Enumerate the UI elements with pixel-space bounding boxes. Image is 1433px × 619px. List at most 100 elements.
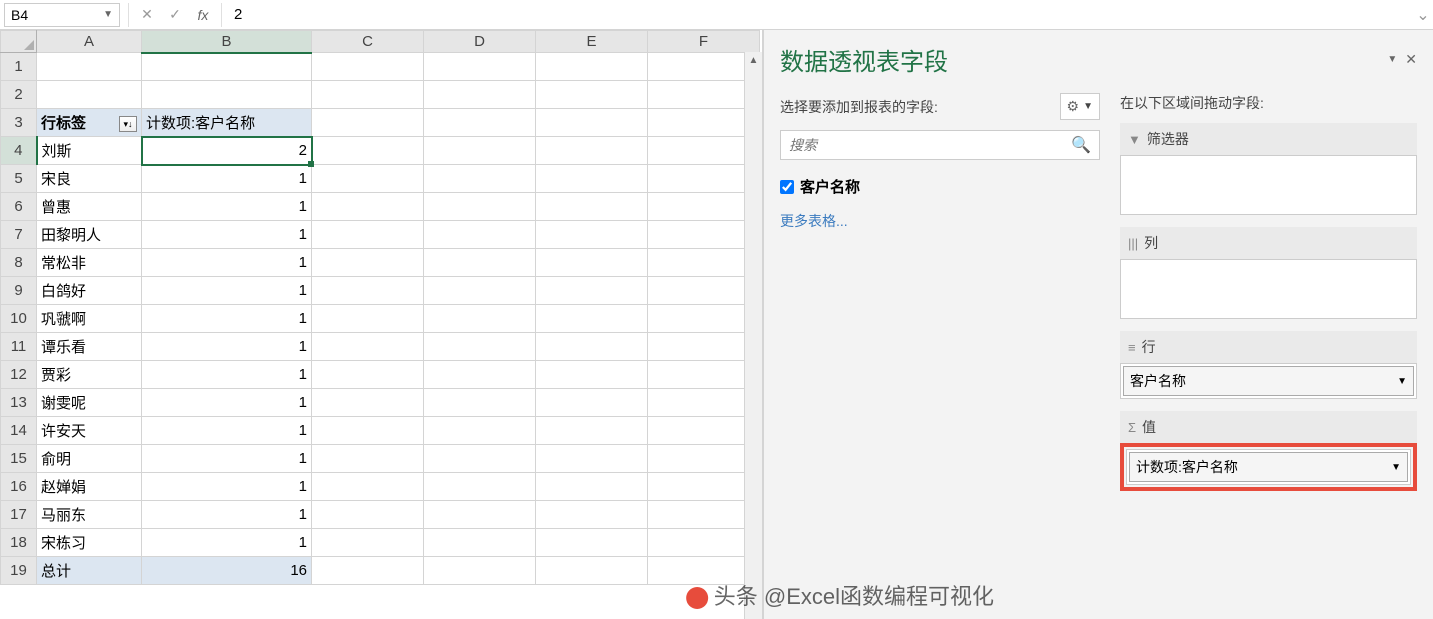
row-header[interactable]: 2 bbox=[1, 81, 37, 109]
vertical-scrollbar[interactable]: ▲ bbox=[744, 52, 762, 619]
column-header[interactable]: D bbox=[424, 31, 536, 53]
name-box[interactable]: B4 ▼ bbox=[4, 3, 120, 27]
cell[interactable]: 谢雯呢 bbox=[37, 389, 142, 417]
row-header[interactable]: 17 bbox=[1, 501, 37, 529]
cell[interactable] bbox=[648, 361, 760, 389]
cell[interactable] bbox=[312, 389, 424, 417]
cell[interactable] bbox=[424, 501, 536, 529]
cell[interactable] bbox=[648, 109, 760, 137]
chevron-down-icon[interactable]: ▼ bbox=[1397, 376, 1407, 387]
row-header[interactable]: 14 bbox=[1, 417, 37, 445]
row-header[interactable]: 16 bbox=[1, 473, 37, 501]
column-header[interactable]: A bbox=[37, 31, 142, 53]
cell[interactable] bbox=[648, 529, 760, 557]
cell[interactable]: 1 bbox=[142, 529, 312, 557]
cell[interactable]: 巩虢啊 bbox=[37, 305, 142, 333]
cell[interactable]: 1 bbox=[142, 165, 312, 193]
cell[interactable] bbox=[424, 557, 536, 585]
insert-function-button[interactable]: fx bbox=[189, 3, 217, 27]
row-header[interactable]: 13 bbox=[1, 389, 37, 417]
cell[interactable] bbox=[648, 53, 760, 81]
cell[interactable] bbox=[424, 305, 536, 333]
cell[interactable]: 1 bbox=[142, 445, 312, 473]
cell[interactable] bbox=[37, 53, 142, 81]
cell[interactable]: 总计 bbox=[37, 557, 142, 585]
cancel-button[interactable]: ✕ bbox=[133, 3, 161, 27]
cell[interactable]: 1 bbox=[142, 277, 312, 305]
row-header[interactable]: 8 bbox=[1, 249, 37, 277]
cell[interactable] bbox=[536, 333, 648, 361]
cell[interactable] bbox=[424, 81, 536, 109]
cell[interactable] bbox=[536, 417, 648, 445]
cell[interactable] bbox=[312, 501, 424, 529]
row-header[interactable]: 3 bbox=[1, 109, 37, 137]
cell[interactable]: 1 bbox=[142, 361, 312, 389]
cell[interactable] bbox=[648, 389, 760, 417]
formula-input[interactable] bbox=[226, 3, 1413, 27]
cell[interactable] bbox=[648, 417, 760, 445]
columns-drop-area[interactable] bbox=[1120, 259, 1417, 319]
cell[interactable] bbox=[536, 193, 648, 221]
cell[interactable] bbox=[424, 417, 536, 445]
chevron-down-icon[interactable]: ▼ bbox=[1391, 462, 1401, 473]
row-header[interactable]: 6 bbox=[1, 193, 37, 221]
cell[interactable]: 1 bbox=[142, 193, 312, 221]
cell[interactable]: 1 bbox=[142, 389, 312, 417]
cell[interactable]: 田黎明人 bbox=[37, 221, 142, 249]
enter-button[interactable]: ✓ bbox=[161, 3, 189, 27]
cell[interactable] bbox=[648, 501, 760, 529]
cell[interactable] bbox=[648, 249, 760, 277]
cell[interactable] bbox=[312, 473, 424, 501]
field-settings-button[interactable]: ⚙ ▼ bbox=[1060, 93, 1100, 120]
cell[interactable] bbox=[312, 305, 424, 333]
cell[interactable]: 赵婵娟 bbox=[37, 473, 142, 501]
column-header[interactable]: F bbox=[648, 31, 760, 53]
cell[interactable]: 16 bbox=[142, 557, 312, 585]
cell[interactable]: 1 bbox=[142, 249, 312, 277]
cell[interactable]: 贾彩 bbox=[37, 361, 142, 389]
cell[interactable] bbox=[312, 333, 424, 361]
row-header[interactable]: 19 bbox=[1, 557, 37, 585]
values-drop-area[interactable]: 计数项:客户名称 ▼ bbox=[1126, 449, 1411, 485]
cell[interactable] bbox=[648, 137, 760, 165]
row-header[interactable]: 1 bbox=[1, 53, 37, 81]
cell[interactable] bbox=[536, 221, 648, 249]
cell[interactable] bbox=[648, 193, 760, 221]
field-item-customer-name[interactable]: 客户名称 bbox=[780, 172, 1100, 201]
cell[interactable]: 俞明 bbox=[37, 445, 142, 473]
cell[interactable] bbox=[312, 557, 424, 585]
row-header[interactable]: 7 bbox=[1, 221, 37, 249]
cell[interactable]: 行标签▾↓ bbox=[37, 109, 142, 137]
cell[interactable] bbox=[424, 193, 536, 221]
cell[interactable] bbox=[536, 109, 648, 137]
cell[interactable]: 许安天 bbox=[37, 417, 142, 445]
cell[interactable] bbox=[648, 445, 760, 473]
cell[interactable] bbox=[424, 277, 536, 305]
cell[interactable] bbox=[312, 417, 424, 445]
cell[interactable]: 宋良 bbox=[37, 165, 142, 193]
cell[interactable] bbox=[142, 53, 312, 81]
cell[interactable]: 1 bbox=[142, 333, 312, 361]
cell[interactable] bbox=[312, 193, 424, 221]
cell[interactable]: 谭乐看 bbox=[37, 333, 142, 361]
cell[interactable] bbox=[648, 557, 760, 585]
cell[interactable] bbox=[37, 81, 142, 109]
row-header[interactable]: 18 bbox=[1, 529, 37, 557]
cell[interactable] bbox=[424, 137, 536, 165]
cell[interactable] bbox=[312, 53, 424, 81]
cell[interactable] bbox=[424, 249, 536, 277]
cell[interactable] bbox=[536, 53, 648, 81]
cell[interactable] bbox=[536, 81, 648, 109]
cell[interactable] bbox=[648, 305, 760, 333]
cell[interactable]: 白鸽好 bbox=[37, 277, 142, 305]
cell[interactable]: 1 bbox=[142, 501, 312, 529]
cell[interactable] bbox=[536, 137, 648, 165]
cell[interactable] bbox=[536, 557, 648, 585]
cell[interactable]: 曾惠 bbox=[37, 193, 142, 221]
expand-formula-bar-icon[interactable]: ⌄ bbox=[1413, 5, 1433, 25]
cell[interactable] bbox=[424, 445, 536, 473]
cell[interactable] bbox=[536, 249, 648, 277]
close-icon[interactable]: ✕ bbox=[1405, 51, 1417, 68]
cell[interactable] bbox=[536, 165, 648, 193]
cell[interactable]: 2 bbox=[142, 137, 312, 165]
